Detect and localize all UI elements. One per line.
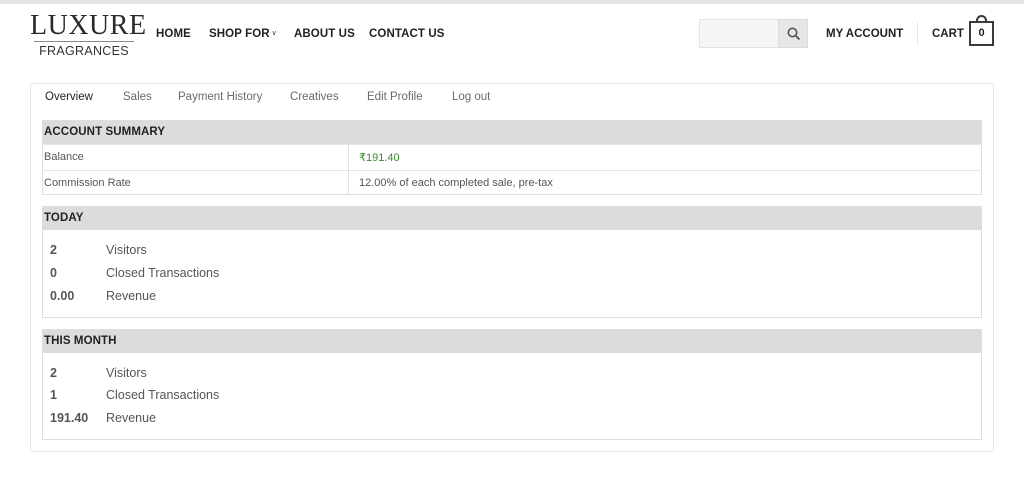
stat-value: 0 [50,266,57,280]
my-account-link[interactable]: MY ACCOUNT [826,28,903,40]
tab-edit-profile[interactable]: Edit Profile [367,91,423,103]
stat-value: 1 [50,388,57,402]
column-divider [348,144,349,195]
commission-value: 12.00% of each completed sale, pre-tax [359,177,553,189]
search-icon [787,27,801,41]
stat-value: 0.00 [50,289,75,303]
nav-shop-label: SHOP FOR [209,28,270,40]
this-month-section: THIS MONTH 2 Visitors 1 Closed Transacti… [42,329,982,440]
stat-value: 2 [50,366,57,380]
logo-subtitle: FRAGRANCES [39,44,129,58]
tab-log-out[interactable]: Log out [452,91,490,103]
search-button[interactable] [778,19,808,48]
section-title: THIS MONTH [43,330,981,353]
stat-value: 2 [50,243,57,257]
stat-label: Visitors [106,243,147,257]
site-logo[interactable]: LUXURE FRAGRANCES [30,10,147,59]
stat-label: Closed Transactions [106,266,220,280]
nav-home[interactable]: HOME [156,28,191,40]
summary-row: Balance ₹191.40 [43,144,981,170]
summary-key: Commission Rate [44,177,131,189]
tab-creatives[interactable]: Creatives [290,91,339,103]
header-divider [917,22,918,46]
cart-count-badge[interactable]: 0 [969,21,994,46]
tab-overview[interactable]: Overview [45,91,93,103]
stat-value: 191.40 [50,411,89,425]
cart-link[interactable]: CART [932,28,964,40]
balance-value: ₹191.40 [359,152,400,164]
section-title: TODAY [43,207,981,230]
logo-title: LUXURE [30,10,147,41]
logo-divider [34,41,134,42]
nav-about-us[interactable]: ABOUT US [294,28,355,40]
account-summary-section: ACCOUNT SUMMARY Balance ₹191.40 Commissi… [42,120,982,195]
stat-label: Revenue [106,289,157,303]
summary-row: Commission Rate 12.00% of each completed… [43,170,981,196]
tab-sales[interactable]: Sales [123,91,152,103]
summary-key: Balance [44,151,84,163]
search-input[interactable] [699,19,778,48]
stat-label: Closed Transactions [106,388,220,402]
top-border [0,0,1024,4]
nav-shop-for[interactable]: SHOP FOR ∨ [209,28,277,40]
stat-label: Visitors [106,366,147,380]
tab-payment-history[interactable]: Payment History [178,91,262,103]
section-title: ACCOUNT SUMMARY [43,121,981,144]
nav-contact-us[interactable]: CONTACT US [369,28,445,40]
chevron-down-icon: ∨ [271,30,277,37]
today-section: TODAY 2 Visitors 0 Closed Transactions 0… [42,206,982,318]
stat-label: Revenue [106,411,157,425]
